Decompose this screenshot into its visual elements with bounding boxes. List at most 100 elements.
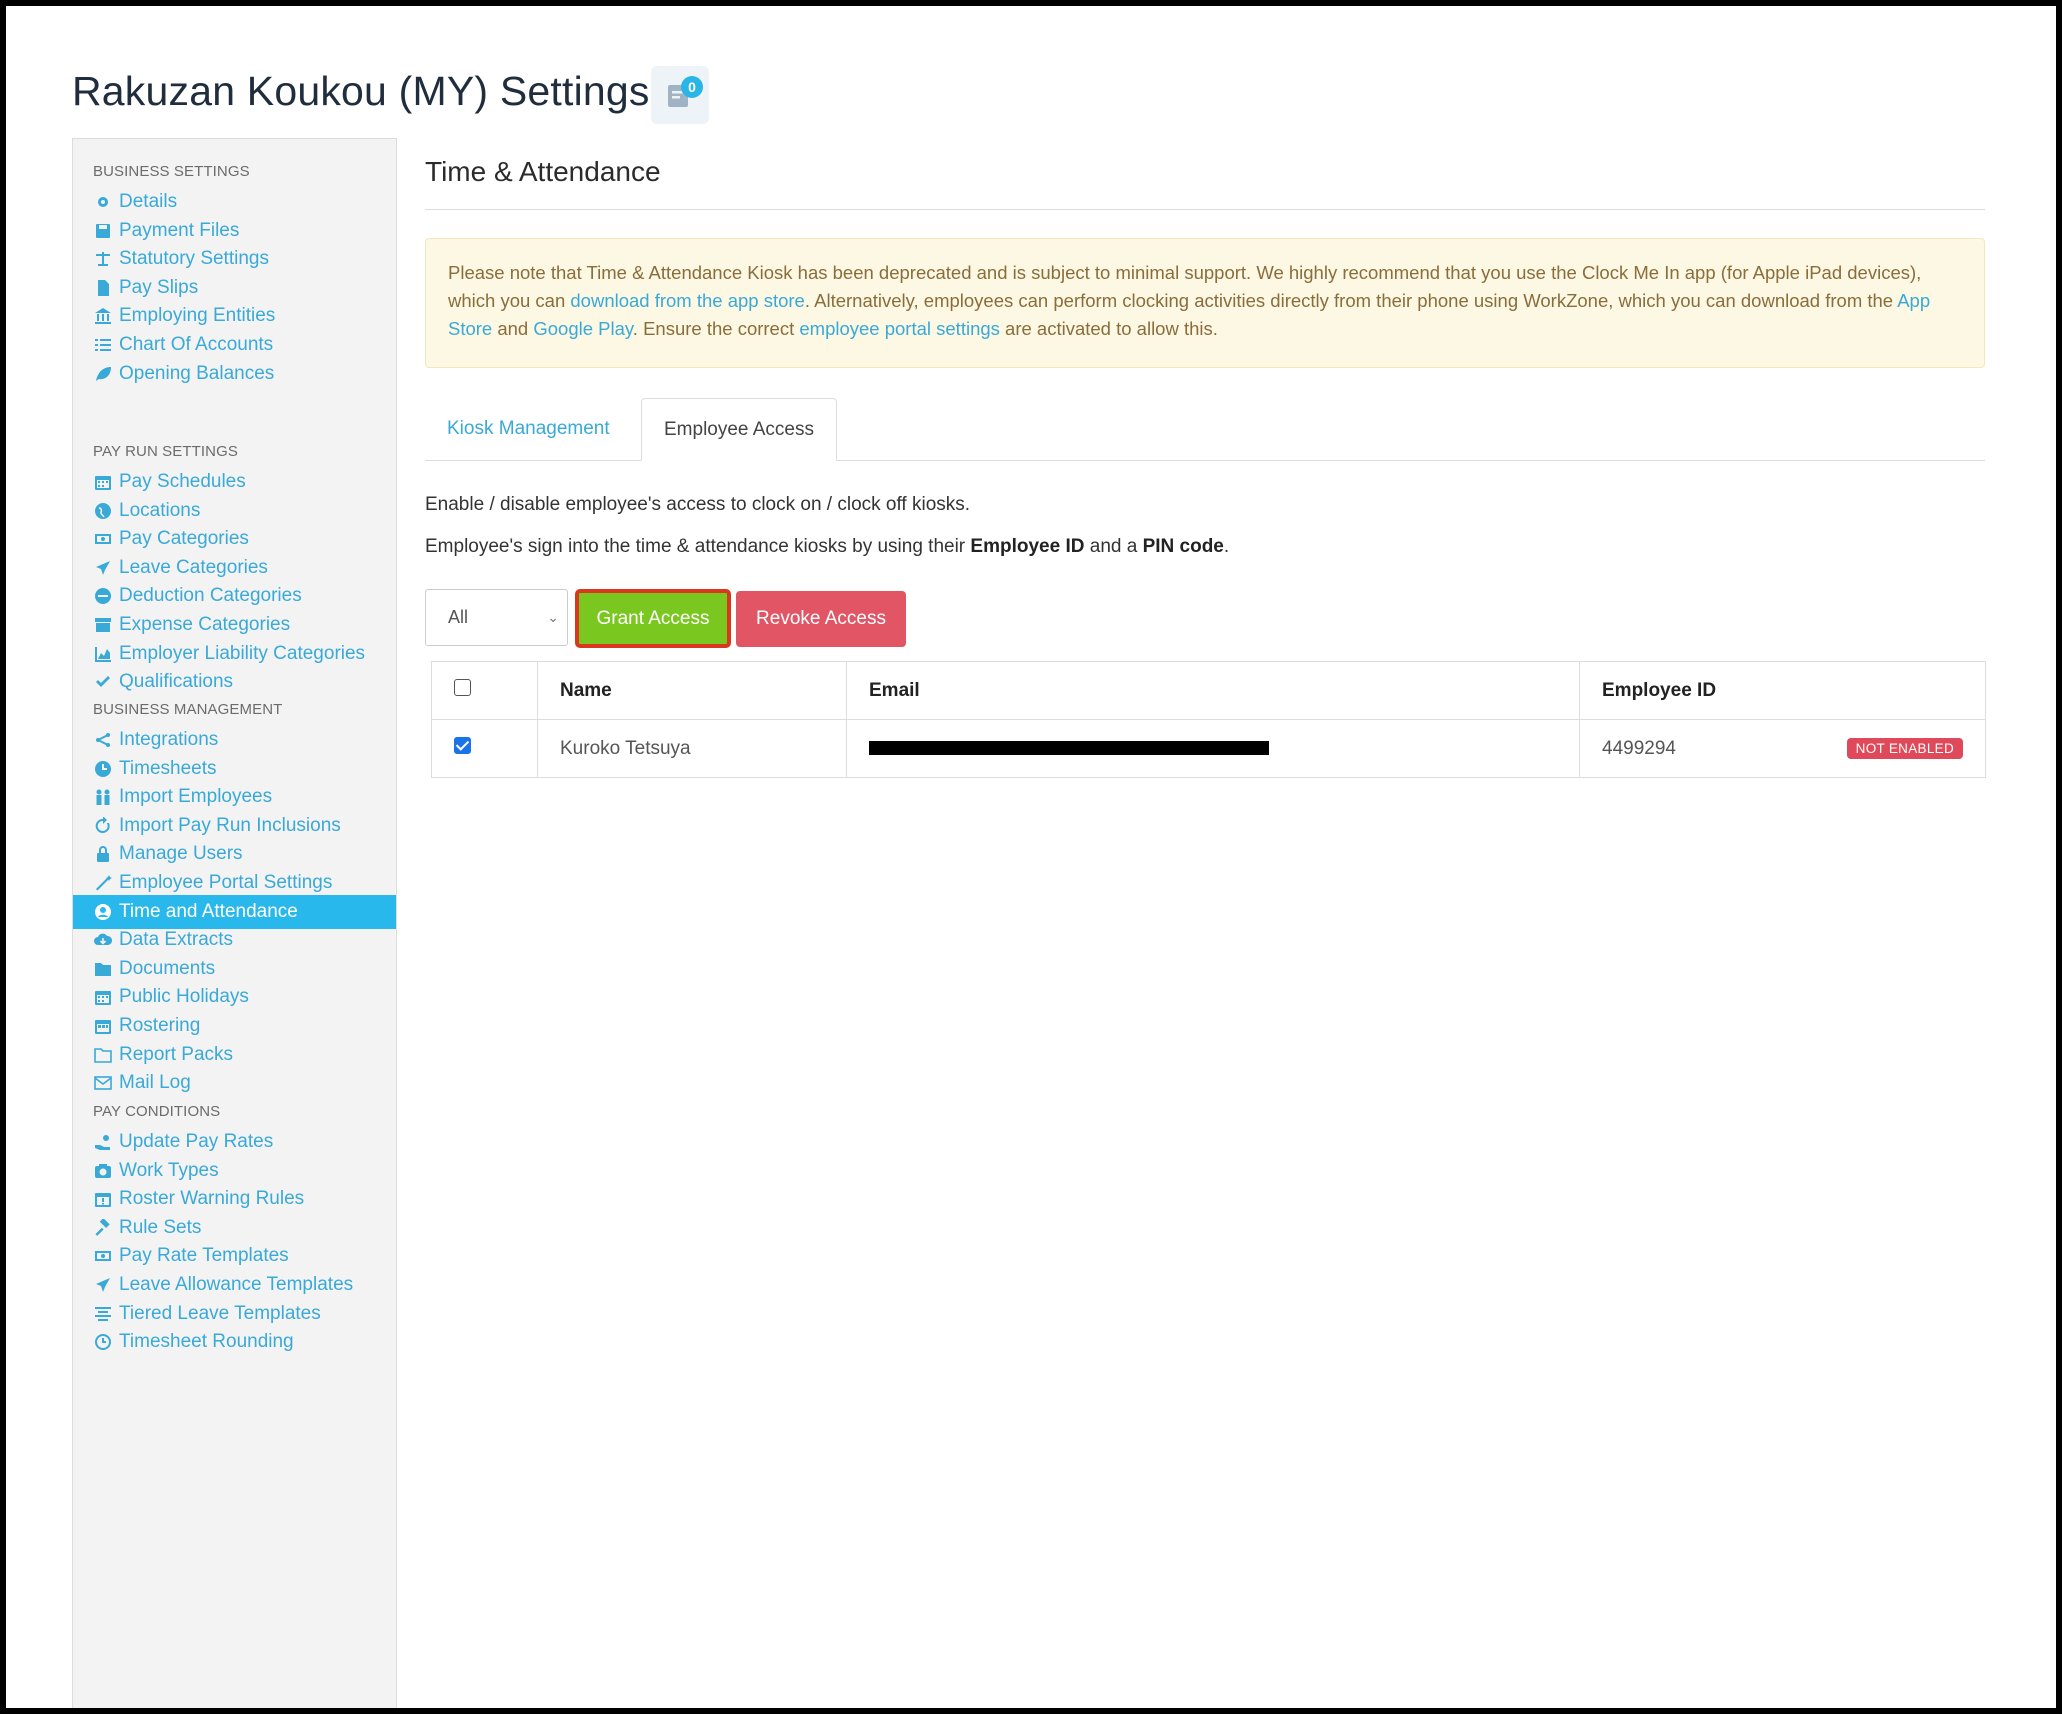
alert-text: . Alternatively, employees can perform c… bbox=[804, 290, 1898, 311]
sidebar-item-mail-log[interactable]: Mail Log bbox=[73, 1066, 396, 1100]
deprecation-alert: Please note that Time & Attendance Kiosk… bbox=[425, 238, 1985, 368]
gear-icon bbox=[93, 192, 113, 212]
alert-text: and bbox=[492, 318, 534, 339]
access-filter-select[interactable]: All ⌄ bbox=[425, 589, 568, 646]
column-header-name[interactable]: Name bbox=[537, 661, 847, 720]
grant-access-button[interactable]: Grant Access bbox=[575, 589, 731, 648]
sidebar-item-label: Rostering bbox=[119, 1015, 201, 1036]
refresh-icon bbox=[93, 816, 113, 836]
access-description: Enable / disable employee's access to cl… bbox=[425, 494, 971, 515]
sidebar-item-label: Time and Attendance bbox=[119, 900, 298, 922]
alert-text: are activated to allow this. bbox=[999, 318, 1218, 339]
sidebar-item-label: Timesheet Rounding bbox=[119, 1331, 294, 1353]
sidebar-item-label: Manage Users bbox=[119, 843, 243, 865]
scale-icon bbox=[93, 249, 113, 269]
app-store-download-link[interactable]: download from the app store bbox=[570, 290, 804, 311]
sidebar-item-label: Work Types bbox=[119, 1159, 219, 1181]
file-icon bbox=[93, 278, 113, 298]
employee-name: Kuroko Tetsuya bbox=[537, 719, 847, 778]
sidebar-item-label: Data Extracts bbox=[119, 929, 234, 951]
gavel-icon bbox=[93, 1218, 113, 1238]
row-checkbox[interactable] bbox=[454, 737, 471, 754]
archive-icon bbox=[93, 615, 113, 635]
users-icon bbox=[93, 787, 113, 807]
sidebar-item-label: Employing Entities bbox=[119, 305, 276, 327]
sidebar-item-label: Import Pay Run Inclusions bbox=[119, 814, 341, 836]
globe-icon bbox=[93, 501, 113, 521]
sidebar-section-heading: BUSINESS MANAGEMENT bbox=[93, 701, 283, 718]
sidebar-section-heading: BUSINESS SETTINGS bbox=[93, 163, 250, 180]
plane-icon bbox=[93, 558, 113, 578]
money-icon bbox=[93, 529, 113, 549]
sidebar-item-label: Update Pay Rates bbox=[119, 1131, 274, 1152]
employee-id-cell: 4499294 NOT ENABLED bbox=[1579, 719, 1986, 778]
plane-icon bbox=[93, 1275, 113, 1295]
sidebar-item-label: Opening Balances bbox=[119, 362, 275, 384]
sidebar-item-label: Payment Files bbox=[119, 219, 240, 241]
column-header-employee-id[interactable]: Employee ID bbox=[1579, 661, 1986, 720]
sidebar-item-label: Expense Categories bbox=[119, 614, 291, 635]
minus-circle-icon bbox=[93, 586, 113, 606]
floppy-icon bbox=[93, 221, 113, 241]
row-select-cell bbox=[431, 719, 538, 778]
select-all-cell bbox=[431, 661, 538, 720]
sidebar-item-label: Chart Of Accounts bbox=[119, 334, 274, 355]
clock-icon bbox=[93, 759, 113, 779]
employee-email bbox=[846, 719, 1580, 778]
align-icon bbox=[93, 1304, 113, 1324]
money-icon bbox=[93, 1246, 113, 1266]
calendar-grid-icon bbox=[93, 1016, 113, 1036]
select-all-checkbox[interactable] bbox=[454, 679, 471, 696]
table-row[interactable]: Kuroko Tetsuya 4499294 NOT ENABLED bbox=[431, 719, 1986, 778]
envelope-icon bbox=[93, 1073, 113, 1093]
sidebar-section-heading: PAY RUN SETTINGS bbox=[93, 443, 238, 460]
sidebar-item-label: Report Packs bbox=[119, 1043, 234, 1065]
lock-icon bbox=[93, 844, 113, 864]
filter-value: All bbox=[448, 607, 469, 627]
tab-employee-access[interactable]: Employee Access bbox=[641, 398, 837, 461]
signin-description: Employee's sign into the time & attendan… bbox=[425, 536, 1230, 557]
redacted-email bbox=[869, 741, 1269, 756]
google-play-link[interactable]: Google Play bbox=[533, 318, 632, 339]
sidebar-item-qualifications[interactable]: Qualifications bbox=[73, 665, 396, 699]
camera-icon bbox=[93, 1161, 113, 1181]
sidebar-item-label: Timesheets bbox=[119, 757, 217, 779]
settings-sidebar: BUSINESS SETTINGS Details Payment Files Sta… bbox=[72, 138, 397, 1708]
sidebar-item-label: Leave Allowance Templates bbox=[119, 1274, 354, 1295]
sidebar-item-label: Locations bbox=[119, 499, 201, 521]
notification-button[interactable]: 0 bbox=[651, 66, 709, 124]
sidebar-item-label: Pay Rate Templates bbox=[119, 1245, 289, 1267]
leaf-icon bbox=[93, 364, 113, 384]
sidebar-item-timesheet-rounding[interactable]: Timesheet Rounding bbox=[73, 1325, 396, 1359]
calendar-alert-icon bbox=[93, 1189, 113, 1209]
sidebar-item-label: Rule Sets bbox=[119, 1216, 202, 1238]
sidebar-item-label: Statutory Settings bbox=[119, 248, 269, 270]
sidebar-item-label: Integrations bbox=[119, 729, 219, 750]
sidebar-item-opening-balances[interactable]: Opening Balances bbox=[73, 357, 396, 391]
sidebar-item-label: Pay Categories bbox=[119, 528, 249, 550]
table-header-row: Name Email Employee ID bbox=[431, 661, 1986, 720]
user-circle-icon bbox=[93, 902, 113, 922]
hand-money-icon bbox=[93, 1132, 113, 1152]
sidebar-item-label: Mail Log bbox=[119, 1072, 191, 1094]
calendar-icon bbox=[93, 472, 113, 492]
sidebar-item-label: Employer Liability Categories bbox=[119, 642, 366, 664]
sidebar-item-label: Pay Schedules bbox=[119, 471, 246, 492]
notification-count: 0 bbox=[681, 76, 703, 98]
bank-icon bbox=[93, 306, 113, 326]
employee-portal-settings-link[interactable]: employee portal settings bbox=[799, 318, 1000, 339]
employee-access-table: Name Email Employee ID Kuroko Tetsuya 44… bbox=[431, 661, 1986, 778]
sidebar-item-label: Leave Categories bbox=[119, 556, 268, 578]
column-header-email[interactable]: Email bbox=[846, 661, 1580, 720]
employee-id: 4499294 bbox=[1602, 737, 1676, 759]
folder-open-icon bbox=[93, 1045, 113, 1065]
list-icon bbox=[93, 335, 113, 355]
sidebar-item-label: Qualifications bbox=[119, 671, 234, 693]
sidebar-item-label: Documents bbox=[119, 957, 216, 979]
revoke-access-button[interactable]: Revoke Access bbox=[736, 591, 906, 647]
integration-icon bbox=[93, 730, 113, 750]
check-icon bbox=[93, 672, 113, 692]
clock-outline-icon bbox=[93, 1332, 113, 1352]
tab-kiosk-management[interactable]: Kiosk Management bbox=[425, 398, 632, 460]
sidebar-item-label: Roster Warning Rules bbox=[119, 1188, 305, 1210]
